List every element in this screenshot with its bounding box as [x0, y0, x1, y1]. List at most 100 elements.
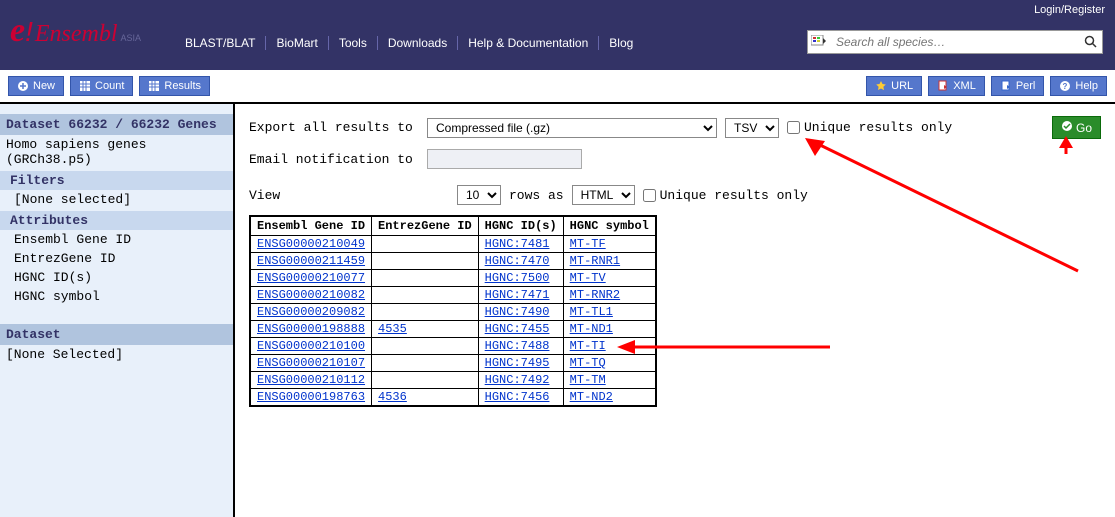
table-row: ENSG00000198763 4536 HGNC:7456 MT-ND2: [250, 389, 656, 407]
hgnc-symbol-link[interactable]: MT-RNR2: [570, 288, 620, 302]
export-format-select[interactable]: Compressed file (.gz): [427, 118, 717, 138]
ensembl-link[interactable]: ENSG00000209082: [257, 305, 365, 319]
ensembl-link[interactable]: ENSG00000198888: [257, 322, 365, 336]
nav-tools[interactable]: Tools: [329, 36, 378, 50]
url-button[interactable]: URL: [866, 76, 922, 96]
results-button-label: Results: [164, 80, 201, 92]
export-to-label: Export all results to: [249, 120, 419, 135]
unique-results-checkbox[interactable]: [787, 121, 800, 134]
nav-biomart[interactable]: BioMart: [266, 36, 328, 50]
ensembl-link[interactable]: ENSG00000210077: [257, 271, 365, 285]
nav-downloads[interactable]: Downloads: [378, 36, 458, 50]
hgnc-id-link[interactable]: HGNC:7492: [485, 373, 550, 387]
cell-hgnc-id: HGNC:7495: [478, 355, 563, 372]
cell-hgnc-symbol: MT-TV: [563, 270, 656, 287]
view-rows-select[interactable]: 10: [457, 185, 501, 205]
view-label: View: [249, 188, 449, 203]
star-icon: [875, 80, 887, 92]
hgnc-id-link[interactable]: HGNC:7455: [485, 322, 550, 336]
cell-hgnc-id: HGNC:7471: [478, 287, 563, 304]
email-field[interactable]: [427, 149, 582, 169]
ensembl-link[interactable]: ENSG00000211459: [257, 254, 365, 268]
view-unique-wrap: Unique results only: [643, 188, 808, 203]
table-row: ENSG00000210100 HGNC:7488 MT-TI: [250, 338, 656, 355]
sidebar-dataset-name: Homo sapiens genes (GRCh38.p5): [0, 135, 233, 169]
search-area: [807, 30, 1103, 54]
cell-ensembl: ENSG00000210077: [250, 270, 372, 287]
view-unique-checkbox[interactable]: [643, 189, 656, 202]
sidebar: Dataset 66232 / 66232 Genes Homo sapiens…: [0, 104, 235, 517]
cell-hgnc-symbol: MT-RNR2: [563, 287, 656, 304]
table-header-row: Ensembl Gene ID EntrezGene ID HGNC ID(s)…: [250, 216, 656, 236]
hgnc-symbol-link[interactable]: MT-ND1: [570, 322, 613, 336]
hgnc-id-link[interactable]: HGNC:7456: [485, 390, 550, 404]
search-input[interactable]: [830, 31, 1080, 53]
view-format-select[interactable]: HTML: [572, 185, 635, 205]
sidebar-dataset-header[interactable]: Dataset 66232 / 66232 Genes: [0, 114, 233, 135]
hgnc-symbol-link[interactable]: MT-TL1: [570, 305, 613, 319]
hgnc-id-link[interactable]: HGNC:7470: [485, 254, 550, 268]
perl-button-label: Perl: [1016, 80, 1036, 92]
cell-hgnc-id: HGNC:7488: [478, 338, 563, 355]
nav-help-docs[interactable]: Help & Documentation: [458, 36, 599, 50]
count-button[interactable]: Count: [70, 76, 133, 96]
hgnc-id-link[interactable]: HGNC:7481: [485, 237, 550, 251]
cell-hgnc-symbol: MT-RNR1: [563, 253, 656, 270]
view-row: View 10 rows as HTML Unique results only: [249, 185, 1101, 205]
table-row: ENSG00000211459 HGNC:7470 MT-RNR1: [250, 253, 656, 270]
entrez-link[interactable]: 4536: [378, 390, 407, 404]
sidebar-attributes-header[interactable]: Attributes: [0, 211, 233, 230]
ensembl-link[interactable]: ENSG00000198763: [257, 390, 365, 404]
top-nav: Login/Register e ! Ensembl ASIA BLAST/BL…: [0, 0, 1115, 70]
hgnc-id-link[interactable]: HGNC:7488: [485, 339, 550, 353]
cell-hgnc-id: HGNC:7470: [478, 253, 563, 270]
cell-entrez: [372, 338, 479, 355]
hgnc-id-link[interactable]: HGNC:7490: [485, 305, 550, 319]
export-type-select[interactable]: TSV: [725, 118, 779, 138]
sidebar-dataset2-header[interactable]: Dataset: [0, 324, 233, 345]
search-icon[interactable]: [1080, 31, 1102, 53]
nav-blog[interactable]: Blog: [599, 36, 643, 50]
hgnc-symbol-link[interactable]: MT-TM: [570, 373, 606, 387]
cell-entrez: 4536: [372, 389, 479, 407]
perl-button[interactable]: Perl: [991, 76, 1045, 96]
results-button[interactable]: Results: [139, 76, 210, 96]
main-menu: BLAST/BLAT BioMart Tools Downloads Help …: [175, 36, 643, 50]
ensembl-link[interactable]: ENSG00000210082: [257, 288, 365, 302]
sidebar-attr-item: HGNC ID(s): [0, 268, 233, 287]
ensembl-logo[interactable]: e ! Ensembl ASIA: [10, 12, 141, 50]
login-register-link[interactable]: Login/Register: [1034, 4, 1105, 16]
ensembl-link[interactable]: ENSG00000210107: [257, 356, 365, 370]
ensembl-link[interactable]: ENSG00000210049: [257, 237, 365, 251]
entrez-link[interactable]: 4535: [378, 322, 407, 336]
hgnc-symbol-link[interactable]: MT-TV: [570, 271, 606, 285]
cell-ensembl: ENSG00000210049: [250, 236, 372, 253]
ensembl-link[interactable]: ENSG00000210100: [257, 339, 365, 353]
email-label: Email notification to: [249, 152, 419, 167]
new-button[interactable]: New: [8, 76, 64, 96]
hgnc-symbol-link[interactable]: MT-TQ: [570, 356, 606, 370]
hgnc-symbol-link[interactable]: MT-RNR1: [570, 254, 620, 268]
hgnc-id-link[interactable]: HGNC:7500: [485, 271, 550, 285]
email-row: Email notification to: [249, 149, 1101, 169]
sidebar-filters-header[interactable]: Filters: [0, 171, 233, 190]
hgnc-symbol-link[interactable]: MT-ND2: [570, 390, 613, 404]
new-button-label: New: [33, 80, 55, 92]
cell-ensembl: ENSG00000210107: [250, 355, 372, 372]
xml-button[interactable]: XML: [928, 76, 985, 96]
table-row: ENSG00000210077 HGNC:7500 MT-TV: [250, 270, 656, 287]
cell-entrez: [372, 355, 479, 372]
hgnc-symbol-link[interactable]: MT-TI: [570, 339, 606, 353]
unique-results-label: Unique results only: [804, 120, 952, 135]
check-icon: [1061, 120, 1073, 135]
th-entrez: EntrezGene ID: [372, 216, 479, 236]
cell-ensembl: ENSG00000211459: [250, 253, 372, 270]
nav-blast[interactable]: BLAST/BLAT: [175, 36, 266, 50]
hgnc-id-link[interactable]: HGNC:7495: [485, 356, 550, 370]
species-select-icon[interactable]: [808, 31, 830, 53]
help-button[interactable]: ? Help: [1050, 76, 1107, 96]
hgnc-symbol-link[interactable]: MT-TF: [570, 237, 606, 251]
ensembl-link[interactable]: ENSG00000210112: [257, 373, 365, 387]
go-button[interactable]: Go: [1052, 116, 1101, 139]
hgnc-id-link[interactable]: HGNC:7471: [485, 288, 550, 302]
